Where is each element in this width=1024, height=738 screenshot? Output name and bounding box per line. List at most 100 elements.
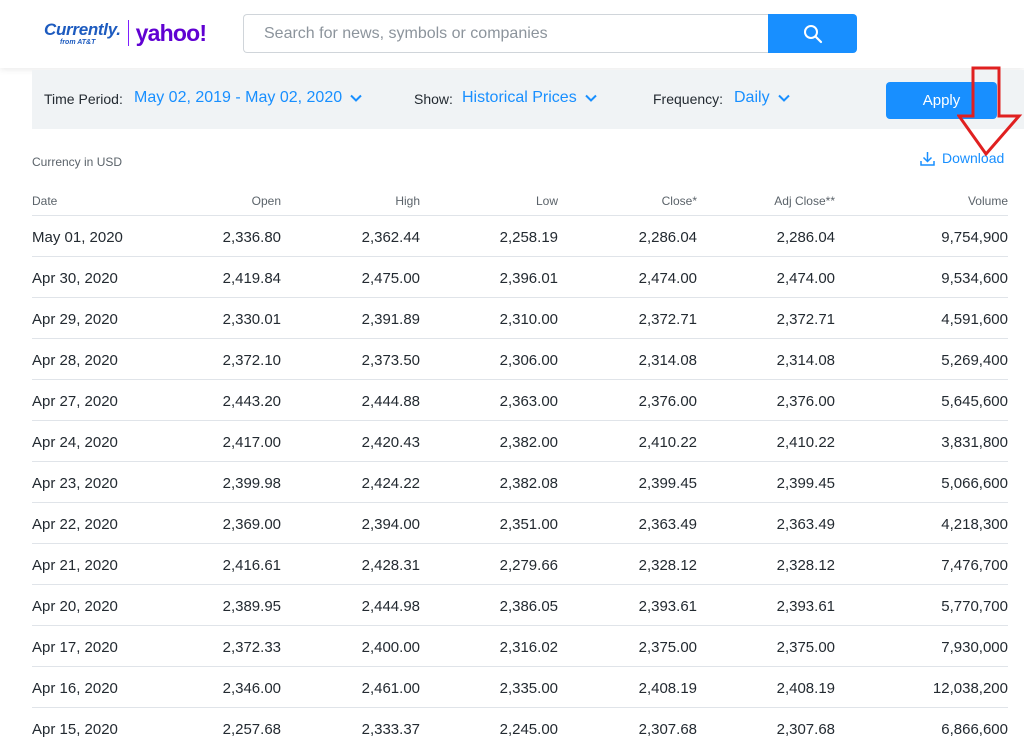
cell-date: Apr 29, 2020: [32, 311, 118, 328]
table-header: Date Open High Low Close* Adj Close** Vo…: [32, 186, 1008, 216]
column-header-date: Date: [32, 194, 58, 208]
column-header-volume: Volume: [967, 194, 1008, 208]
search-icon: [803, 24, 822, 43]
download-link[interactable]: Download: [920, 150, 1004, 166]
cell-high: 2,420.43: [361, 434, 420, 451]
cell-open: 2,443.20: [222, 393, 281, 410]
show-value: Historical Prices: [462, 89, 577, 106]
cell-volume: 6,866,600: [941, 721, 1008, 738]
cell-open: 2,417.00: [222, 434, 281, 451]
frequency-dropdown[interactable]: Daily: [734, 89, 790, 107]
cell-open: 2,369.00: [222, 516, 281, 533]
cell-high: 2,373.50: [361, 352, 420, 369]
table-row: Apr 27, 2020 2,443.20 2,444.88 2,363.00 2,37…: [32, 380, 1008, 421]
currency-note: Currency in USD: [32, 155, 123, 169]
cell-adj-close: 2,328.12: [776, 557, 835, 574]
cell-high: 2,362.44: [361, 229, 420, 246]
cell-volume: 4,218,300: [941, 516, 1008, 533]
apply-button[interactable]: Apply: [886, 82, 997, 119]
cell-adj-close: 2,410.22: [776, 434, 835, 451]
cell-low: 2,245.00: [499, 721, 558, 738]
cell-adj-close: 2,286.04: [776, 229, 835, 246]
search-input[interactable]: [243, 14, 769, 53]
cell-high: 2,391.89: [361, 311, 420, 328]
cell-open: 2,330.01: [222, 311, 281, 328]
cell-low: 2,306.00: [499, 352, 558, 369]
cell-low: 2,382.00: [499, 434, 558, 451]
cell-low: 2,258.19: [499, 229, 558, 246]
cell-low: 2,382.08: [499, 475, 558, 492]
cell-close: 2,376.00: [638, 393, 697, 410]
cell-open: 2,399.98: [222, 475, 281, 492]
cell-volume: 4,591,600: [941, 311, 1008, 328]
chevron-down-icon: [350, 94, 362, 102]
cell-open: 2,346.00: [222, 680, 281, 697]
cell-open: 2,389.95: [222, 598, 281, 615]
cell-open: 2,372.10: [222, 352, 281, 369]
cell-high: 2,475.00: [361, 270, 420, 287]
cell-date: Apr 27, 2020: [32, 393, 118, 410]
currently-yahoo-logo[interactable]: Currently. from AT&T yahoo!: [44, 18, 207, 48]
table-row: Apr 17, 2020 2,372.33 2,400.00 2,316.02 2,37…: [32, 626, 1008, 667]
column-header-high: High: [395, 194, 420, 208]
cell-high: 2,424.22: [361, 475, 420, 492]
show-dropdown[interactable]: Historical Prices: [462, 89, 597, 107]
cell-low: 2,351.00: [499, 516, 558, 533]
cell-volume: 9,754,900: [941, 229, 1008, 246]
cell-open: 2,416.61: [222, 557, 281, 574]
table-row: Apr 24, 2020 2,417.00 2,420.43 2,382.00 2,41…: [32, 421, 1008, 462]
time-period-dropdown[interactable]: May 02, 2019 - May 02, 2020: [134, 89, 362, 107]
search-button[interactable]: [768, 14, 857, 53]
cell-adj-close: 2,372.71: [776, 311, 835, 328]
table-row: Apr 28, 2020 2,372.10 2,373.50 2,306.00 2,31…: [32, 339, 1008, 380]
cell-volume: 5,645,600: [941, 393, 1008, 410]
cell-volume: 3,831,800: [941, 434, 1008, 451]
show-label: Show:: [414, 91, 453, 107]
cell-high: 2,461.00: [361, 680, 420, 697]
currently-logo-word: Currently.: [44, 19, 121, 39]
cell-high: 2,444.98: [361, 598, 420, 615]
table-row: Apr 29, 2020 2,330.01 2,391.89 2,310.00 2,37…: [32, 298, 1008, 339]
cell-high: 2,394.00: [361, 516, 420, 533]
top-header: Currently. from AT&T yahoo!: [0, 0, 1024, 68]
cell-date: Apr 24, 2020: [32, 434, 118, 451]
table-row: Apr 23, 2020 2,399.98 2,424.22 2,382.08 2,39…: [32, 462, 1008, 503]
cell-date: Apr 16, 2020: [32, 680, 118, 697]
time-period-value: May 02, 2019 - May 02, 2020: [134, 89, 343, 106]
cell-low: 2,386.05: [499, 598, 558, 615]
cell-adj-close: 2,408.19: [776, 680, 835, 697]
cell-open: 2,372.33: [222, 639, 281, 656]
cell-open: 2,336.80: [222, 229, 281, 246]
logo-divider: [127, 20, 129, 46]
table-row: Apr 30, 2020 2,419.84 2,475.00 2,396.01 2,47…: [32, 257, 1008, 298]
cell-low: 2,396.01: [499, 270, 558, 287]
cell-close: 2,375.00: [638, 639, 697, 656]
cell-close: 2,328.12: [638, 557, 697, 574]
chevron-down-icon: [584, 94, 597, 102]
frequency-value: Daily: [734, 89, 770, 106]
cell-close: 2,410.22: [638, 434, 697, 451]
cell-date: Apr 17, 2020: [32, 639, 118, 656]
cell-date: Apr 30, 2020: [32, 270, 118, 287]
currently-logo-subtitle: from AT&T: [60, 38, 96, 46]
table-row: Apr 20, 2020 2,389.95 2,444.98 2,386.05 2,39…: [32, 585, 1008, 626]
cell-adj-close: 2,375.00: [776, 639, 835, 656]
cell-date: Apr 20, 2020: [32, 598, 118, 615]
table-row: Apr 22, 2020 2,369.00 2,394.00 2,351.00 2,36…: [32, 503, 1008, 544]
cell-close: 2,474.00: [638, 270, 697, 287]
cell-date: May 01, 2020: [32, 229, 123, 246]
cell-volume: 5,269,400: [941, 352, 1008, 369]
cell-close: 2,372.71: [638, 311, 697, 328]
cell-open: 2,419.84: [222, 270, 281, 287]
table-row: Apr 15, 2020 2,257.68 2,333.37 2,245.00 2,30…: [32, 708, 1008, 738]
cell-volume: 5,770,700: [941, 598, 1008, 615]
column-header-close: Close*: [661, 194, 697, 208]
cell-date: Apr 23, 2020: [32, 475, 118, 492]
cell-date: Apr 15, 2020: [32, 721, 118, 738]
cell-high: 2,444.88: [361, 393, 420, 410]
download-icon: [920, 151, 935, 166]
download-label: Download: [942, 150, 1005, 166]
cell-low: 2,279.66: [499, 557, 558, 574]
frequency-label: Frequency:: [653, 91, 724, 107]
cell-close: 2,286.04: [638, 229, 697, 246]
